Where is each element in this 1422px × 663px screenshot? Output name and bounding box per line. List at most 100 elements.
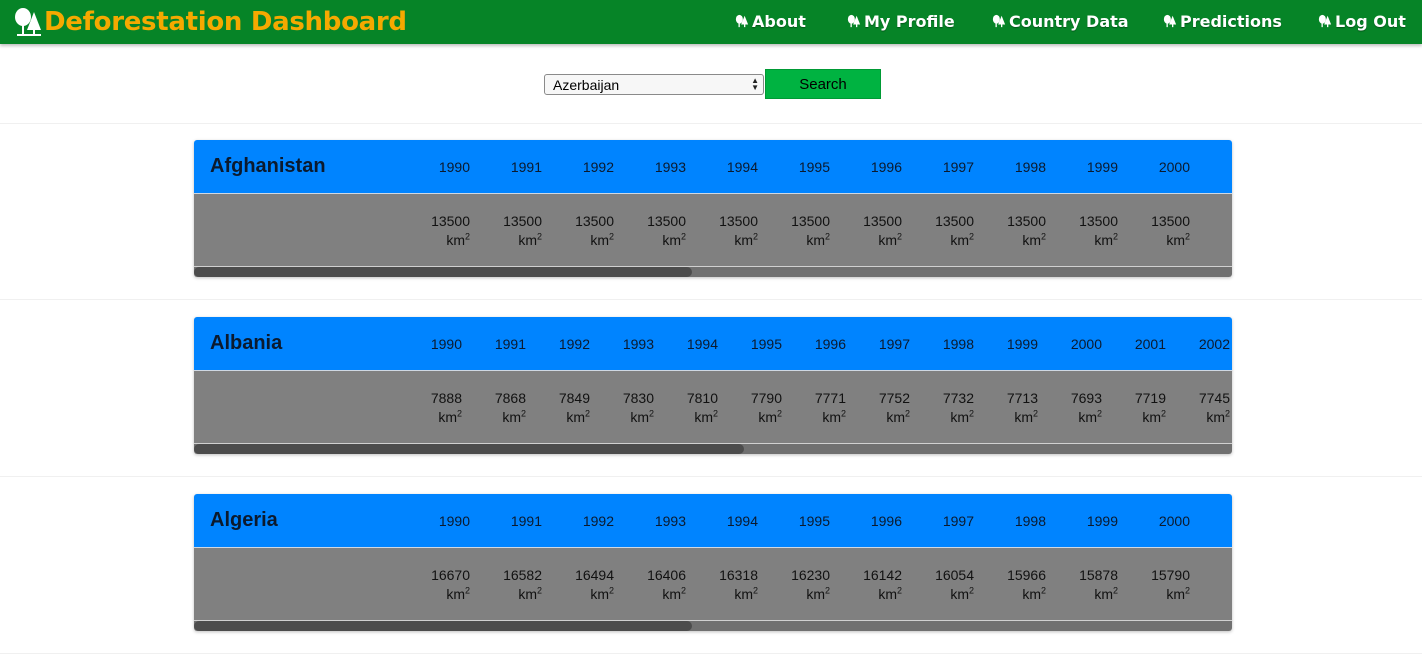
year-label: 1994 [726,158,758,175]
area-number: 13500 [791,213,830,229]
unit-label: km [734,232,753,248]
area-unit: km2 [658,408,718,427]
forest-area-value: 13km2 [1202,212,1232,250]
unit-label: km [1014,409,1033,425]
year-label: 1997 [942,158,974,175]
unit-label: km [1022,232,1041,248]
horizontal-scrollbar[interactable] [194,621,1232,631]
forest-area-value: 7868 km2 [466,389,526,427]
country-select[interactable]: Azerbaijan ▲ ▼ [544,74,764,95]
unit-power: 2 [1040,231,1046,242]
unit-power: 2 [1112,585,1118,596]
forest-area-value: 7732 km2 [914,389,974,427]
horizontal-scrollbar[interactable] [194,444,1232,454]
divider [0,476,1422,477]
forest-area-value: 15966 km2 [986,566,1046,604]
area-number: 13500 [719,213,758,229]
nav-log-out[interactable]: Log Out [1318,0,1406,42]
unit-label: km [518,586,537,602]
unit-power: 2 [752,231,758,242]
year-label: 1991 [510,158,542,175]
forest-area-value: 7810 km2 [658,389,718,427]
forest-area-value: 13500 km2 [626,212,686,250]
area-unit: km2 [410,585,470,604]
forest-area-value: 13500 km2 [1130,212,1190,250]
area-number: 13500 [647,213,686,229]
year-label: 1994 [686,335,718,352]
unit-label: km [1078,409,1097,425]
brand[interactable]: Deforestation Dashboard [12,3,407,41]
unit-label: km [734,586,753,602]
forest-area-value: 13500 km2 [770,212,830,250]
area-number: 13500 [575,213,614,229]
unit-power: 2 [896,231,902,242]
nav-label: Country Data [1009,11,1129,31]
unit-label: km [806,586,825,602]
unit-power: 2 [1112,231,1118,242]
area-number: 7888 [430,390,462,406]
unit-label: km [758,409,777,425]
trees-icon [1318,14,1332,28]
year-label: 1997 [942,512,974,529]
area-number: 7732 [942,390,974,406]
forest-area-value: 16054 km2 [914,566,974,604]
area-unit: km2 [1170,408,1230,427]
country-name: Algeria [210,509,278,531]
year-label: 1990 [438,512,470,529]
year-label: 1997 [878,335,910,352]
country-name: Albania [210,332,283,354]
area-number: 7849 [558,390,590,406]
area-unit: km2 [626,231,686,250]
trees-icon [992,14,1006,28]
nav-label: About [752,11,806,31]
unit-label: km [1094,232,1113,248]
year-label: 1993 [654,158,686,175]
unit-label: km [950,586,969,602]
forest-area-value: 13500 km2 [914,212,974,250]
unit-label: km [630,409,649,425]
year-label: 1991 [510,512,542,529]
unit-power: 2 [456,408,462,419]
unit-power: 2 [1160,408,1166,419]
unit-label: km [878,232,897,248]
nav-predictions[interactable]: Predictions [1163,0,1282,42]
area-unit: km2 [466,408,526,427]
unit-label: km [446,232,465,248]
forest-area-value: 13500 km2 [410,212,470,250]
year-label: 1995 [750,335,782,352]
area-unit: km2 [1058,585,1118,604]
forest-area-value: 7745 km2 [1170,389,1230,427]
scrollbar-thumb[interactable] [194,267,692,277]
area-unit: km2 [482,585,542,604]
year-label: 1991 [494,335,526,352]
forest-area-value: 16582 km2 [482,566,542,604]
area-number: 13500 [1079,213,1118,229]
forest-area-value: 13500 km2 [842,212,902,250]
search-button[interactable]: Search [765,69,881,99]
nav-my-profile[interactable]: My Profile [847,0,955,42]
unit-power: 2 [608,231,614,242]
forest-area-value: 7888 km2 [402,389,462,427]
unit-power: 2 [776,408,782,419]
year-label: 2000 [1070,335,1102,352]
unit-label: km [1094,586,1113,602]
unit-label: km [590,232,609,248]
nav-about[interactable]: About [735,0,806,42]
area-unit: km2 [1106,408,1166,427]
unit-power: 2 [968,408,974,419]
year-label: 1993 [654,512,686,529]
area-unit: km2 [770,231,830,250]
scrollbar-thumb[interactable] [194,621,692,631]
unit-power: 2 [680,231,686,242]
scrollbar-thumb[interactable] [194,444,744,454]
unit-label: km [662,586,681,602]
card-header: Albania 1990 1991 1992 1993 1994 1995 1996 1997 1… [194,317,1232,370]
nav-country-data[interactable]: Country Data [992,0,1129,42]
unit-power: 2 [536,585,542,596]
unit-label: km [806,232,825,248]
area-number: 15878 [1079,567,1118,583]
unit-label: km [502,409,521,425]
year-label: 1999 [1086,158,1118,175]
area-number: 15966 [1007,567,1046,583]
horizontal-scrollbar[interactable] [194,267,1232,277]
